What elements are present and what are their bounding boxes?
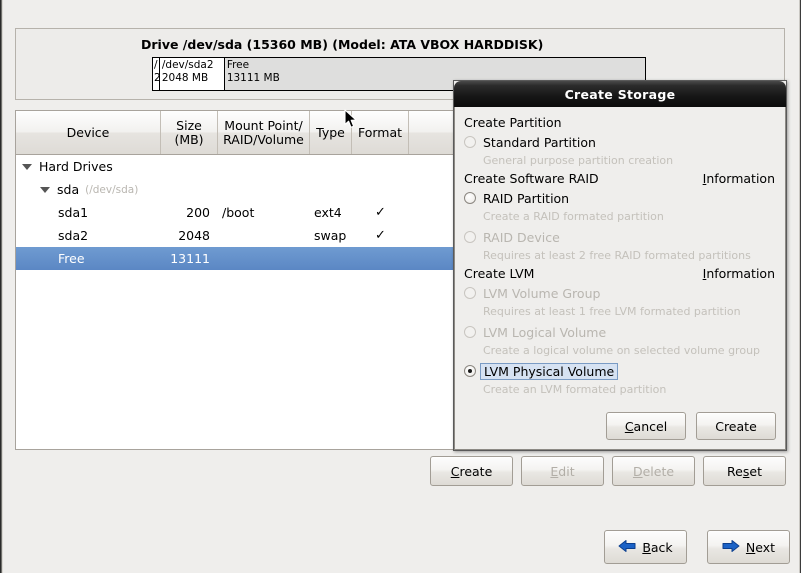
radio-button-icon (464, 326, 476, 338)
storage-type-option-description: Create a RAID formated partition (483, 210, 664, 223)
cell-device: sda1 (16, 205, 161, 220)
column-header-mountpoint[interactable]: Mount Point/ RAID/Volume (218, 111, 310, 154)
edit-button: Edit (521, 456, 604, 486)
installer-window: Drive /dev/sda (15360 MB) (Model: ATA VB… (0, 0, 801, 573)
storage-type-option[interactable]: LVM Physical Volume (464, 361, 775, 381)
delete-button: Delete (612, 456, 695, 486)
reset-button-label: Reset (727, 463, 762, 479)
cell-device: sda (/dev/sda) (16, 182, 161, 197)
storage-type-option: RAID Device (464, 227, 775, 247)
column-header-mountpoint-line1: Mount Point/ (224, 117, 303, 133)
column-header-size[interactable]: Size (MB) (161, 111, 218, 154)
storage-type-option-label: Standard Partition (483, 134, 596, 150)
storage-type-option-description: Create a logical volume on selected volu… (483, 344, 761, 357)
device-name: sda (57, 182, 80, 197)
information-link[interactable]: Information (703, 266, 775, 281)
cell-type: swap (314, 228, 347, 243)
edit-button-label: Edit (550, 463, 575, 479)
device-path: (/dev/sda) (85, 183, 139, 196)
storage-type-groups: Create Partition Standard Partition Genera… (464, 115, 775, 398)
column-header-type[interactable]: Type (310, 111, 352, 154)
information-link[interactable]: Information (703, 171, 775, 186)
column-header-mountpoint-line2: RAID/Volume (223, 131, 304, 147)
back-button[interactable]: Back (604, 530, 687, 564)
next-button-label: Next (745, 539, 776, 555)
group-header: Create LVM Information (464, 266, 775, 281)
radio-button-icon[interactable] (464, 192, 476, 204)
drive-segment-name: Free (226, 59, 250, 71)
radio-button-icon[interactable] (464, 136, 476, 148)
storage-type-option[interactable]: Standard Partition (464, 132, 775, 152)
group-heading-label: Create Software RAID (464, 171, 599, 186)
drive-segment-name: /dev/sda2 (161, 59, 214, 71)
radio-button-icon (464, 231, 476, 243)
storage-type-option[interactable]: RAID Partition (464, 188, 775, 208)
partition-action-buttons: Create Edit Delete Reset (0, 456, 801, 488)
radio-button-icon[interactable] (464, 365, 476, 377)
drive-segment[interactable]: /dev/sda2 2048 MB (159, 58, 225, 90)
group-heading-label: Create LVM (464, 266, 535, 281)
dialog-buttons: Cancel Create (606, 412, 776, 440)
cell-format: ✓ (375, 228, 386, 243)
dialog-create-label: Create (715, 418, 757, 434)
dialog-title: Create Storage (454, 81, 786, 107)
create-button[interactable]: Create (430, 456, 513, 486)
delete-button-label: Delete (632, 463, 675, 479)
storage-type-option-label: LVM Physical Volume (480, 362, 619, 380)
dialog-body: Create Partition Standard Partition Genera… (454, 107, 786, 450)
next-button[interactable]: Next (707, 530, 790, 564)
storage-type-option: LVM Logical Volume (464, 322, 775, 342)
column-header-device[interactable]: Device (16, 111, 161, 154)
group-header: Create Partition (464, 115, 775, 130)
back-button-label: Back (642, 539, 673, 555)
storage-type-option-label: LVM Volume Group (483, 285, 601, 301)
cell-format: ✓ (375, 205, 386, 220)
column-header-type-label: Type (316, 124, 345, 140)
column-header-format[interactable]: Format (352, 111, 409, 154)
group-heading-label: Create Partition (464, 115, 562, 130)
expander-triangle-icon[interactable] (40, 186, 50, 193)
device-name: Hard Drives (39, 159, 113, 174)
storage-type-option-label: RAID Device (483, 229, 560, 245)
drive-segment-name: / (154, 59, 158, 71)
reset-button[interactable]: Reset (703, 456, 786, 486)
cell-mountpoint: /boot (222, 205, 255, 220)
cell-size: 13111 (170, 251, 210, 266)
create-storage-dialog: Create Storage Create Partition Standard … (453, 80, 787, 451)
cell-size: 200 (186, 205, 210, 220)
drive-title: Drive /dev/sda (15360 MB) (Model: ATA VB… (141, 37, 544, 52)
column-header-size-line2: (MB) (174, 131, 204, 147)
cell-device: sda2 (16, 228, 161, 243)
storage-type-option-label: LVM Logical Volume (483, 324, 607, 340)
cell-device: Free (16, 251, 161, 266)
create-button-label: Create (450, 463, 493, 479)
dialog-cancel-button[interactable]: Cancel (606, 412, 686, 440)
cell-device: Hard Drives (16, 159, 161, 174)
storage-type-option-label: RAID Partition (483, 190, 570, 206)
drive-segment-size: 2048 MB (161, 72, 209, 84)
radio-button-icon (464, 287, 476, 299)
dialog-cancel-label: Cancel (624, 418, 668, 434)
column-header-device-label: Device (66, 124, 110, 140)
dialog-create-button[interactable]: Create (696, 412, 776, 440)
storage-type-option-description: General purpose partition creation (483, 154, 674, 167)
storage-type-option-description: Create an LVM formated partition (483, 383, 667, 396)
group-header: Create Software RAID Information (464, 171, 775, 186)
cell-type: ext4 (314, 205, 342, 220)
column-header-size-line1: Size (176, 117, 202, 133)
storage-type-option: LVM Volume Group (464, 283, 775, 303)
expander-triangle-icon[interactable] (22, 163, 32, 170)
device-name: sda2 (58, 228, 89, 243)
drive-segment-size: 2 (154, 72, 159, 85)
device-name: sda1 (58, 205, 89, 220)
device-name: Free (58, 251, 85, 266)
cell-size: 2048 (178, 228, 210, 243)
storage-type-option-description: Requires at least 1 free LVM formated pa… (483, 305, 741, 318)
storage-type-option-description: Requires at least 2 free RAID formated p… (483, 249, 751, 262)
arrow-right-icon (722, 539, 740, 556)
arrow-left-icon (618, 539, 636, 556)
drive-segment[interactable]: /2 (153, 58, 160, 90)
column-header-format-label: Format (357, 124, 403, 140)
